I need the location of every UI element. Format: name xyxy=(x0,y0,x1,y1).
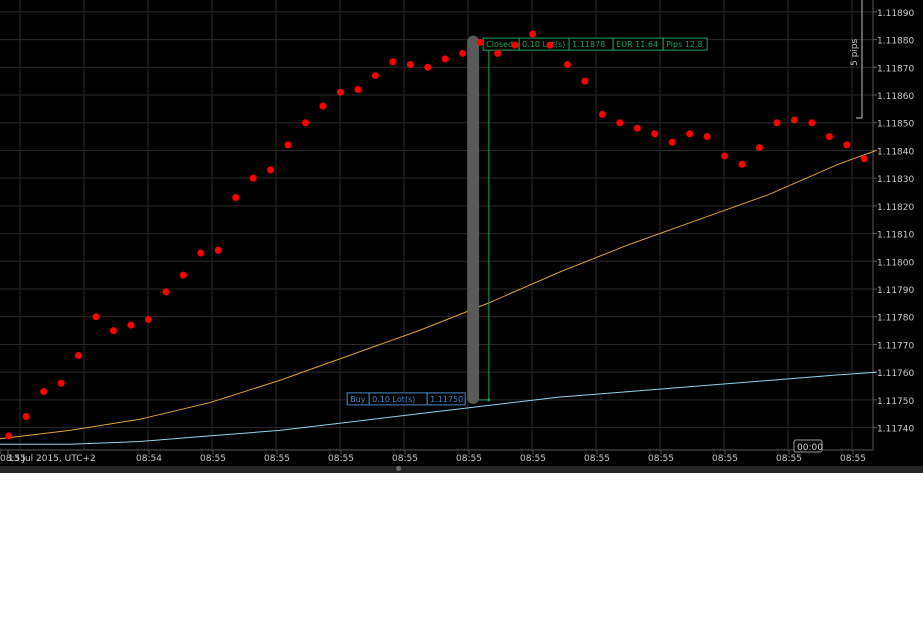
price-point[interactable] xyxy=(633,124,641,132)
price-point[interactable] xyxy=(651,130,659,138)
closed-label-text: 0.10 Lot(s) xyxy=(522,40,565,49)
price-point[interactable] xyxy=(214,246,222,254)
price-point[interactable] xyxy=(179,271,187,279)
time-tick-label: 08:55 xyxy=(648,454,674,464)
price-chart[interactable]: 1.11890 1.11880 1.11870 1.11860 1.11850 1.118… xyxy=(0,0,923,466)
price-point[interactable] xyxy=(336,88,344,96)
time-tick-label: 08:54 xyxy=(136,454,162,464)
price-tick-label: 1.11800 xyxy=(877,258,914,268)
time-tick-label: 08:55 xyxy=(520,454,546,464)
price-point[interactable] xyxy=(57,379,65,387)
price-tick-label: 1.11770 xyxy=(877,341,914,351)
price-point[interactable] xyxy=(232,194,240,202)
price-tick-label: 1.11820 xyxy=(877,203,914,213)
price-point[interactable] xyxy=(668,138,676,146)
closed-label-text: Pips 12.8 xyxy=(666,40,702,49)
price-point[interactable] xyxy=(860,155,868,163)
moving-average-blue xyxy=(0,371,877,445)
pips-ruler-label: 5 pips xyxy=(850,38,860,66)
price-tick-label: 1.11810 xyxy=(877,231,914,241)
price-tick-label: 1.11890 xyxy=(877,9,914,19)
price-point[interactable] xyxy=(267,166,275,174)
price-tick-label: 1.11780 xyxy=(877,314,914,324)
price-point[interactable] xyxy=(371,72,379,80)
price-point[interactable] xyxy=(144,316,152,324)
buy-label-text: Buy xyxy=(350,395,366,404)
time-tick-label: 08:55 xyxy=(712,454,738,464)
price-tick-label: 1.11750 xyxy=(877,397,914,407)
price-tick-label: 1.11850 xyxy=(877,120,914,130)
price-tick-label: 1.11840 xyxy=(877,147,914,157)
price-point[interactable] xyxy=(319,102,327,110)
price-point[interactable] xyxy=(686,130,694,138)
time-tick-label: 08:55 xyxy=(0,454,26,464)
price-point[interactable] xyxy=(511,41,519,49)
price-point[interactable] xyxy=(703,133,711,141)
price-point[interactable] xyxy=(22,413,30,421)
price-point[interactable] xyxy=(529,30,537,38)
price-point[interactable] xyxy=(494,49,502,57)
time-tick-label: 08:55 xyxy=(456,454,482,464)
time-tick-label: 08:55 xyxy=(584,454,610,464)
trade-duration-bar[interactable] xyxy=(467,35,480,404)
price-tick-label: 1.11870 xyxy=(877,64,914,74)
price-point[interactable] xyxy=(302,119,310,127)
price-point[interactable] xyxy=(616,119,624,127)
price-point[interactable] xyxy=(843,141,851,149)
time-tick-label: 08:55 xyxy=(200,454,226,464)
price-tick-label: 1.11860 xyxy=(877,92,914,102)
closed-label-text: EUR 11.64 xyxy=(616,40,658,49)
closed-label-text: Closed xyxy=(486,40,513,49)
price-point[interactable] xyxy=(808,119,816,127)
price-point[interactable] xyxy=(441,55,449,63)
crosshair-time-text: 00:00 xyxy=(797,443,823,453)
price-point[interactable] xyxy=(109,327,117,335)
horizontal-scrollbar[interactable] xyxy=(0,466,923,473)
time-tick-label: 08:55 xyxy=(264,454,290,464)
price-point[interactable] xyxy=(197,249,205,257)
price-point[interactable] xyxy=(162,288,170,296)
time-tick-label: 08:55 xyxy=(392,454,418,464)
trade-close-marker xyxy=(487,398,491,402)
time-tick-label: 08:55 xyxy=(776,454,802,464)
price-point[interactable] xyxy=(40,388,48,396)
buy-label-text: 1.11750 xyxy=(430,395,463,404)
price-point[interactable] xyxy=(424,63,432,71)
price-point[interactable] xyxy=(581,77,589,85)
price-tick-label: 1.11760 xyxy=(877,369,914,379)
price-point[interactable] xyxy=(756,144,764,152)
closed-label-text: 1.11878 xyxy=(572,40,605,49)
price-point[interactable] xyxy=(406,61,414,69)
price-point[interactable] xyxy=(773,119,781,127)
price-point[interactable] xyxy=(5,432,13,440)
price-point[interactable] xyxy=(92,313,100,321)
price-point[interactable] xyxy=(459,49,467,57)
price-point[interactable] xyxy=(354,85,362,93)
price-point[interactable] xyxy=(738,160,746,168)
chart-panel[interactable]: 1.11890 1.11880 1.11870 1.11860 1.11850 1.118… xyxy=(0,0,923,466)
buy-label-text: 0.10 Lot(s) xyxy=(372,395,415,404)
time-tick-label: 08:55 xyxy=(840,454,866,464)
price-point[interactable] xyxy=(284,141,292,149)
price-tick-label: 1.11880 xyxy=(877,37,914,47)
price-point[interactable] xyxy=(790,116,798,124)
price-point[interactable] xyxy=(476,38,484,46)
price-point[interactable] xyxy=(825,133,833,141)
price-tick-label: 1.11830 xyxy=(877,175,914,185)
price-point[interactable] xyxy=(546,41,554,49)
price-point[interactable] xyxy=(127,321,135,329)
price-point[interactable] xyxy=(721,152,729,160)
time-tick-label: 08:55 xyxy=(328,454,354,464)
price-point[interactable] xyxy=(75,352,83,360)
price-point[interactable] xyxy=(563,61,571,69)
price-point[interactable] xyxy=(598,110,606,118)
price-point[interactable] xyxy=(249,174,257,182)
price-point[interactable] xyxy=(389,58,397,66)
price-tick-label: 1.11740 xyxy=(877,425,914,435)
scrollbar-thumb[interactable] xyxy=(396,466,401,471)
price-tick-label: 1.11790 xyxy=(877,286,914,296)
